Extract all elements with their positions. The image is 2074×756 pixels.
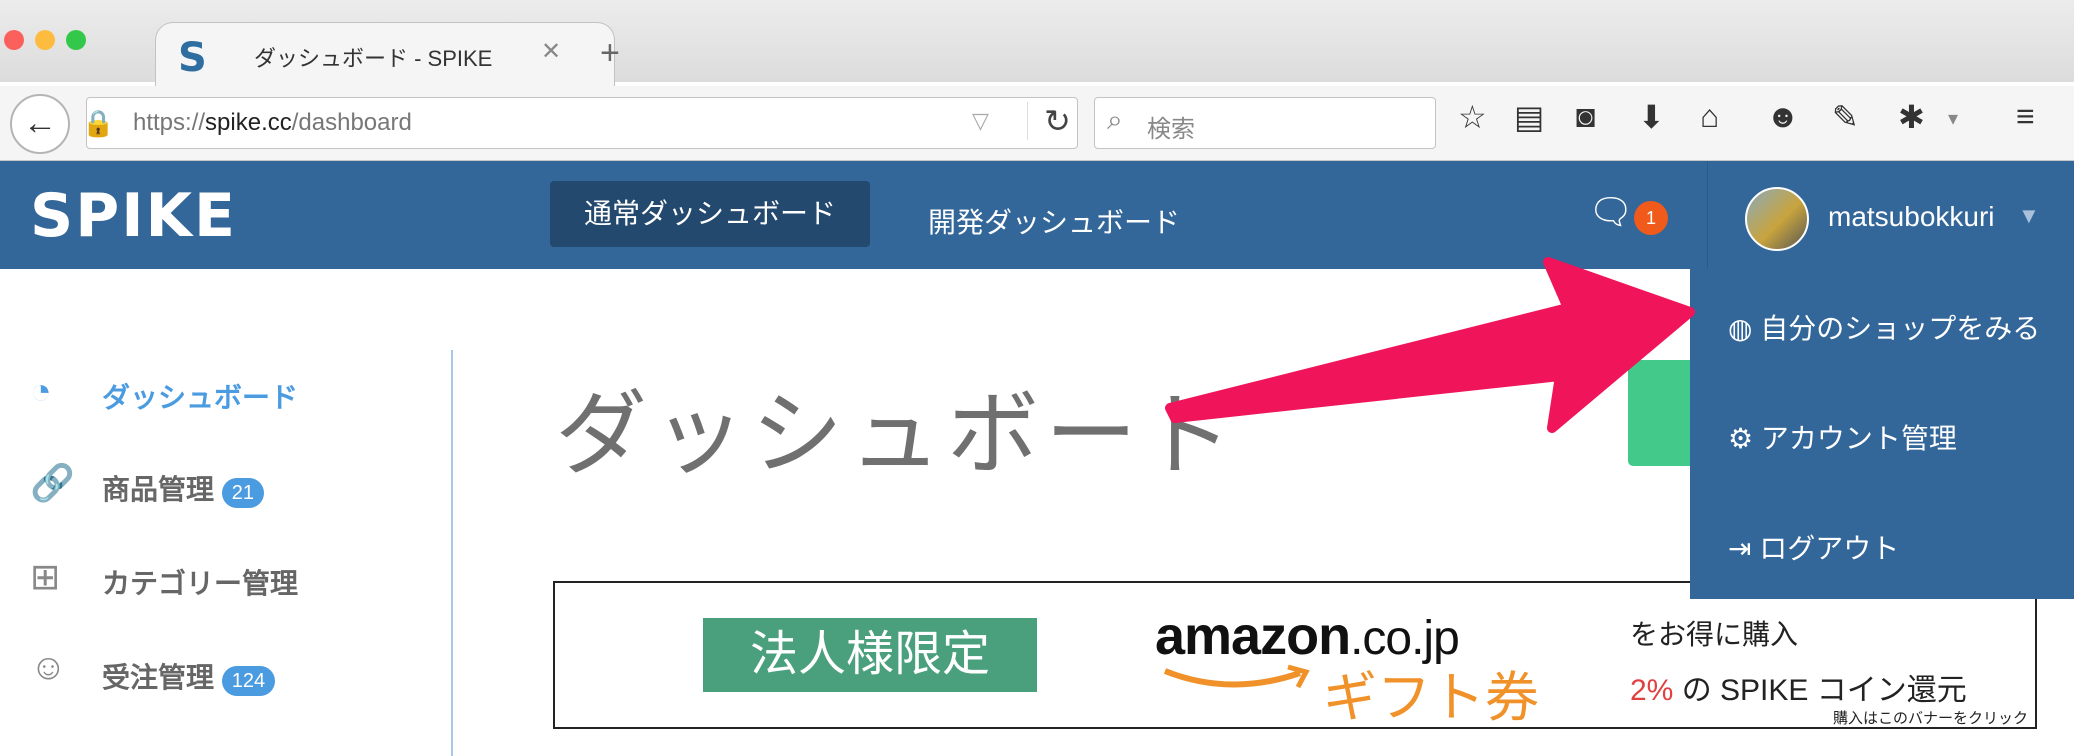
- menu-icon[interactable]: ≡: [2016, 98, 2035, 135]
- banner-note: 購入はこのバナーをクリック: [1833, 710, 2029, 727]
- sidebar-divider: [451, 350, 453, 756]
- tab-close-icon[interactable]: ✕: [541, 37, 561, 66]
- chevron-down-icon[interactable]: ▾: [1948, 106, 1958, 131]
- search-bar[interactable]: ⌕ 検索: [1094, 97, 1436, 149]
- gift-card-label: ギフト券: [1323, 668, 1539, 728]
- banner-line2: 2% の SPIKE コイン還元: [1630, 674, 1967, 707]
- action-button[interactable]: [1628, 360, 1698, 466]
- browser-navbar: ← https://spike.cc/dashboard ▽ ↻ ⌕ 検索: [0, 86, 2074, 161]
- spike-favicon-icon: S: [178, 35, 207, 81]
- app-header: SPIKE 通常ダッシュボード 開発ダッシュボード 🗨 1 matsubokku…: [0, 161, 2074, 269]
- tab-title: ダッシュボード - SPIKE: [254, 46, 493, 71]
- dashboard-icon: ◔: [30, 370, 52, 411]
- new-tab-button[interactable]: +: [600, 34, 620, 73]
- url-text: https://spike.cc/dashboard: [133, 109, 412, 136]
- link-icon: 🔗: [30, 462, 75, 503]
- page-title: ダッシュボード: [555, 384, 1242, 486]
- spike-logo[interactable]: SPIKE: [30, 181, 237, 251]
- search-icon: ⌕: [1107, 104, 1123, 135]
- close-window-button[interactable]: [4, 30, 24, 50]
- avatar[interactable]: [1745, 187, 1809, 251]
- pocket-icon[interactable]: ◙: [1576, 98, 1595, 135]
- count-badge: 124: [221, 666, 276, 696]
- dropdown-item-my-shop[interactable]: ◍ 自分のショップをみる: [1728, 307, 2040, 347]
- amazon-smile-icon: [1163, 664, 1310, 689]
- url-bar[interactable]: https://spike.cc/dashboard ▽ ↻: [86, 97, 1078, 149]
- bookmark-star-icon[interactable]: ☆: [1458, 98, 1487, 136]
- user-dropdown-menu: ◍ 自分のショップをみる ⚙ アカウント管理 ⇥ ログアウト: [1690, 269, 2074, 599]
- comments-icon[interactable]: 🗨: [1588, 191, 1634, 233]
- dropdown-item-logout[interactable]: ⇥ ログアウト: [1728, 527, 1899, 567]
- sidebar-item-categories[interactable]: カテゴリー管理: [102, 562, 298, 602]
- divider: [1707, 161, 1708, 269]
- corporate-label: 法人様限定: [703, 618, 1037, 692]
- banner-line1: をお得に購入: [1630, 619, 1799, 650]
- browser-tabstrip: S ダッシュボード - SPIKE ✕ +: [0, 0, 2074, 87]
- customer-icon: ☺: [30, 646, 67, 687]
- username[interactable]: matsubokkuri: [1828, 201, 1995, 233]
- dropdown-item-account[interactable]: ⚙ アカウント管理: [1728, 417, 1957, 457]
- addon-icon[interactable]: ✎: [1832, 98, 1859, 136]
- browser-tab[interactable]: S ダッシュボード - SPIKE ✕: [155, 22, 615, 87]
- gift-card-banner[interactable]: 法人様限定 amazon.co.jp ギフト券 をお得に購入 2% の SPIK…: [553, 581, 2037, 729]
- tab-normal-dashboard[interactable]: 通常ダッシュボード: [550, 181, 870, 247]
- sidebar-item-label: 受注管理: [102, 662, 215, 693]
- gear-icon: ⚙: [1728, 423, 1754, 454]
- zoom-window-button[interactable]: [66, 30, 86, 50]
- chevron-down-icon[interactable]: ▼: [2018, 203, 2040, 229]
- search-input[interactable]: 検索: [1147, 109, 1195, 144]
- reading-list-icon[interactable]: ▤: [1514, 98, 1544, 136]
- minimize-window-button[interactable]: [35, 30, 55, 50]
- lock-icon: 🔒: [82, 108, 115, 138]
- download-icon[interactable]: ⬇: [1638, 98, 1665, 136]
- tab-dev-dashboard[interactable]: 開発ダッシュボード: [928, 201, 1180, 241]
- reload-icon[interactable]: ↻: [1027, 102, 1071, 140]
- logout-icon: ⇥: [1728, 533, 1752, 564]
- url-dropdown-icon[interactable]: ▽: [972, 108, 989, 134]
- count-badge: 21: [221, 478, 265, 508]
- chat-icon[interactable]: ☻: [1766, 98, 1800, 135]
- sidebar-item-orders[interactable]: 受注管理 124: [102, 656, 276, 696]
- sidebar-item-products[interactable]: 商品管理 21: [102, 468, 265, 508]
- sidebar-item-label: 商品管理: [102, 474, 215, 505]
- notification-badge: 1: [1634, 201, 1668, 235]
- home-icon[interactable]: ⌂: [1700, 98, 1719, 135]
- globe-icon: ◍: [1728, 313, 1753, 344]
- back-button[interactable]: ←: [10, 94, 70, 154]
- sitemap-icon: ⊞: [30, 556, 61, 597]
- bug-icon[interactable]: ✱: [1898, 98, 1925, 136]
- sidebar-item-dashboard[interactable]: ダッシュボード: [102, 376, 298, 416]
